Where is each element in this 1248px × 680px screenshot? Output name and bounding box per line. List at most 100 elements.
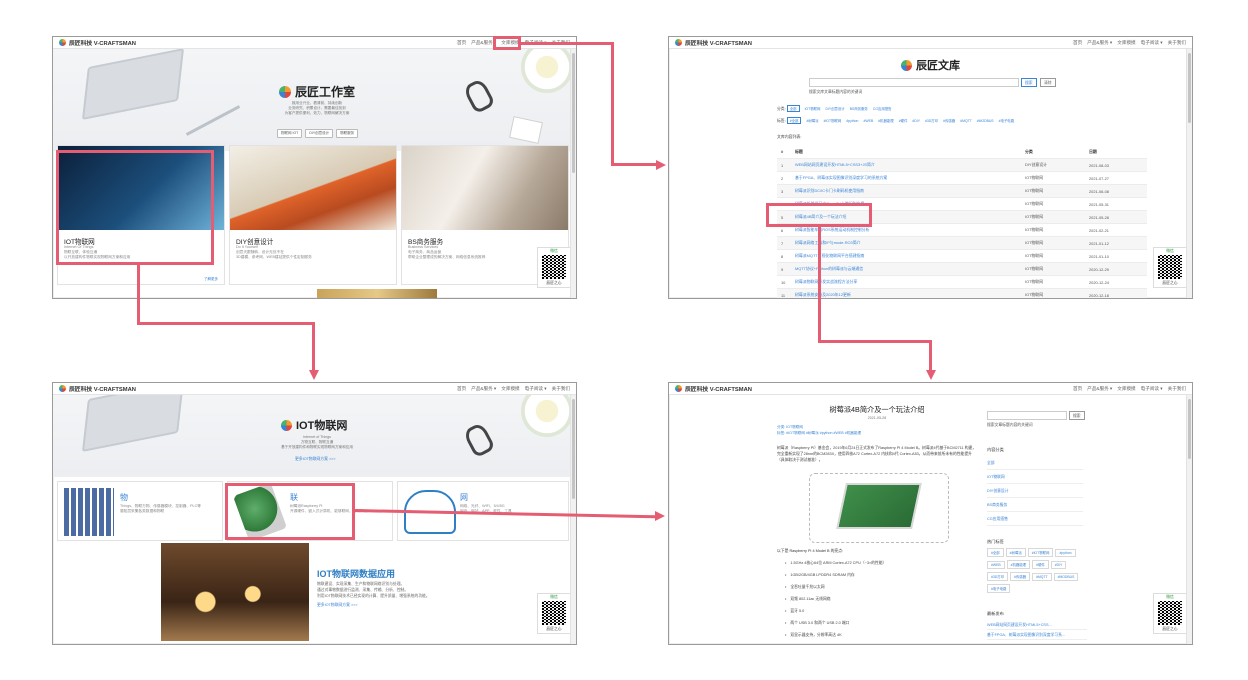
hero-button-bs[interactable]: 物联服务: [336, 129, 359, 138]
category-link-bs[interactable]: BS商务服务: [987, 498, 1083, 512]
nav-library[interactable]: 文库摸摸: [501, 386, 519, 392]
category-cg[interactable]: CG应用搭售: [873, 106, 892, 111]
nav-home[interactable]: 首页: [457, 386, 466, 392]
scrollbar[interactable]: [1186, 49, 1192, 298]
latest-link[interactable]: WEB网站网页建设开发HTML5+CSS...: [987, 620, 1087, 630]
brand-logo-icon: [279, 85, 291, 98]
nav-ebook[interactable]: 电子阅读 ▾: [1141, 40, 1163, 46]
category-panel: 内容分类 全部 IOT物联网 DIY创意设计 BS商务服务 CG应用搭售: [987, 447, 1083, 526]
brand-name[interactable]: 辰匠科技 V-CRAFTSMAN: [685, 38, 752, 47]
article-search-button[interactable]: 搜索: [1069, 411, 1085, 420]
hot-tag[interactable]: #机器能理: [1006, 560, 1031, 569]
workflow-canvas: 辰匠科技 V-CRAFTSMAN 首页 产品&服务 ▾ 文库摸摸 电子阅读 ▾ …: [0, 0, 1248, 680]
library-clear-button[interactable]: 清除: [1040, 78, 1056, 87]
hot-tag[interactable]: #电子电路: [987, 584, 1011, 593]
nav-products[interactable]: 产品&服务 ▾: [1087, 386, 1112, 392]
table-row[interactable]: 7 树莓派网络工具和IP与mode-RO3简介 IOT物联网 2021-01-12: [777, 236, 1147, 249]
scrollbar[interactable]: [570, 395, 576, 644]
nav-ebook[interactable]: 电子阅读 ▾: [525, 386, 547, 392]
arrow-3-segment: [818, 340, 932, 343]
notebook-image: [509, 116, 543, 144]
table-row[interactable]: 9 MQTT协议+Python的树莓派与云端通信 IOT物联网 2020-12-29: [777, 262, 1147, 275]
article-search-input[interactable]: [987, 411, 1067, 420]
nav-home[interactable]: 首页: [1073, 386, 1082, 392]
tag-filter-item[interactable]: #传感器: [943, 118, 955, 123]
wechat-qr-widget[interactable]: 微信 辰匠之心: [1153, 593, 1187, 634]
tag-filter-item[interactable]: #电子电路: [999, 118, 1014, 123]
hot-tag[interactable]: #全部: [987, 548, 1004, 557]
tag-filter-item[interactable]: #python: [846, 119, 858, 123]
highlight-row-article: [766, 203, 872, 227]
arrow-2-segment: [137, 322, 315, 325]
tag-filter-item[interactable]: #全部: [786, 117, 802, 124]
tag-filter-item[interactable]: #机器能理: [878, 118, 893, 123]
tag-filter-item[interactable]: #IOT物联网: [824, 118, 842, 123]
tag-filter-item[interactable]: #MQTT: [960, 119, 972, 123]
brand-name[interactable]: 辰匠科技 V-CRAFTSMAN: [69, 384, 136, 393]
tag-filter-item[interactable]: #DIY: [912, 119, 920, 123]
nav-ebook[interactable]: 电子阅读 ▾: [1141, 386, 1163, 392]
category-link-all[interactable]: 全部: [987, 456, 1083, 470]
nav-products[interactable]: 产品&服务 ▾: [471, 386, 496, 392]
table-row[interactable]: 2 基于FPGA、树莓派实现图像识别深度学习的系统方案 IOT物联网 2021-07-…: [777, 171, 1147, 184]
hot-tag[interactable]: #传感器: [1010, 572, 1031, 581]
hot-tag[interactable]: #WEB: [987, 561, 1005, 569]
category-diy[interactable]: DIY创意设计: [825, 106, 844, 111]
category-iot[interactable]: IOT物联网: [805, 106, 821, 111]
app-more-link[interactable]: 更多IOT物联网方案 >>>: [317, 603, 358, 608]
hot-tag[interactable]: #MQTT: [1032, 573, 1052, 581]
tag-filter-item[interactable]: #MODBUS: [977, 119, 994, 123]
navbar: 辰匠科技 V-CRAFTSMAN 首页 产品&服务 ▾ 文库摸摸 电子阅读 ▾ …: [669, 383, 1192, 395]
category-link-diy[interactable]: DIY创意设计: [987, 484, 1083, 498]
card-things[interactable]: 物 Things、物联万物、传感器模块、控制器、PLC等 感知层采集各类数据和物联: [57, 481, 223, 541]
hero-button-iot[interactable]: 物联网 IOT: [277, 129, 303, 138]
hot-tag[interactable]: #DIY: [1050, 561, 1067, 569]
table-row[interactable]: 1 WEB网站网页建设开发HTML5+CSS3+JS简介 DIY创意设计 2021-0…: [777, 158, 1147, 171]
feature-head: 以下是 Raspberry Pi 4 Model B 的亮点:: [777, 549, 844, 553]
category-link-iot[interactable]: IOT物联网: [987, 470, 1083, 484]
card-iot-more-link[interactable]: 了解更多: [204, 277, 218, 282]
nav-about[interactable]: 关于我们: [1168, 386, 1186, 392]
hot-tag[interactable]: #python: [1055, 549, 1076, 557]
wechat-qr-widget[interactable]: 微信 辰匠之心: [537, 247, 571, 288]
nav-about[interactable]: 关于我们: [1168, 40, 1186, 46]
category-link-cg[interactable]: CG应用搭售: [987, 512, 1083, 526]
nav-about[interactable]: 关于我们: [552, 386, 570, 392]
hero-more-link[interactable]: 更多IOT物联网方案 >>>: [295, 457, 336, 462]
wechat-qr-widget[interactable]: 微信 辰匠之心: [537, 593, 571, 634]
table-row[interactable]: 10 树莓派物联网开发实战流程方法分享 IOT物联网 2020-12-24: [777, 275, 1147, 288]
wechat-caption: 辰匠之心: [546, 627, 562, 631]
nav-library[interactable]: 文库摸摸: [1117, 386, 1135, 392]
library-search-button[interactable]: 搜索: [1021, 78, 1037, 87]
hot-tag[interactable]: #3D打印: [987, 572, 1009, 581]
scrollbar[interactable]: [1186, 395, 1192, 644]
latest-link[interactable]: 基于FPGA、树莓派实现图像识别深度学习系...: [987, 630, 1087, 640]
card-diy[interactable]: DIY创意设计 Do It Yourself 创意天跟随转、设计无处不在 3D建模、…: [229, 145, 397, 285]
brand-logo-icon: [675, 39, 682, 46]
brand-name[interactable]: 辰匠科技 V-CRAFTSMAN: [69, 38, 136, 47]
wechat-qr-widget[interactable]: 微信 辰匠之心: [1153, 247, 1187, 288]
nav-home[interactable]: 首页: [1073, 40, 1082, 46]
table-row[interactable]: 8 树莓派MQTT可视化物联网平台搭建指南 IOT物联网 2021-01-10: [777, 249, 1147, 262]
hot-tag[interactable]: #MODBUS: [1053, 573, 1079, 581]
brand-name[interactable]: 辰匠科技 V-CRAFTSMAN: [685, 384, 752, 393]
tag-filter-item[interactable]: #树莓派: [806, 118, 818, 123]
category-bs[interactable]: BS商务服务: [850, 106, 868, 111]
highlight-nav-library: [493, 36, 521, 50]
scrollbar[interactable]: [570, 49, 576, 298]
hot-tag[interactable]: #树莓派: [1005, 548, 1026, 557]
tag-filter-item[interactable]: #硬件: [899, 118, 908, 123]
library-search-input[interactable]: [809, 78, 1019, 87]
nav-library[interactable]: 文库摸摸: [1117, 40, 1135, 46]
category-all[interactable]: 全部: [786, 105, 800, 112]
hero-button-diy[interactable]: DIY创意设计: [305, 129, 334, 138]
hot-tag[interactable]: #IOT物联网: [1027, 548, 1054, 557]
nav-home[interactable]: 首页: [457, 40, 466, 46]
table-row[interactable]: 11 树莓派系统安装及2020年12更新 IOT物联网 2020-12-18: [777, 288, 1147, 298]
tag-filter-item[interactable]: #WEB: [864, 119, 874, 123]
tag-filter-item[interactable]: #3D打印: [925, 118, 938, 123]
brand-logo-icon: [59, 385, 66, 392]
nav-products[interactable]: 产品&服务 ▾: [1087, 40, 1112, 46]
table-row[interactable]: 3 树莓派识别DC/IC卡门卡刷码机使用指南 IOT物联网 2021-06-08: [777, 184, 1147, 197]
hot-tag[interactable]: #硬件: [1032, 560, 1049, 569]
